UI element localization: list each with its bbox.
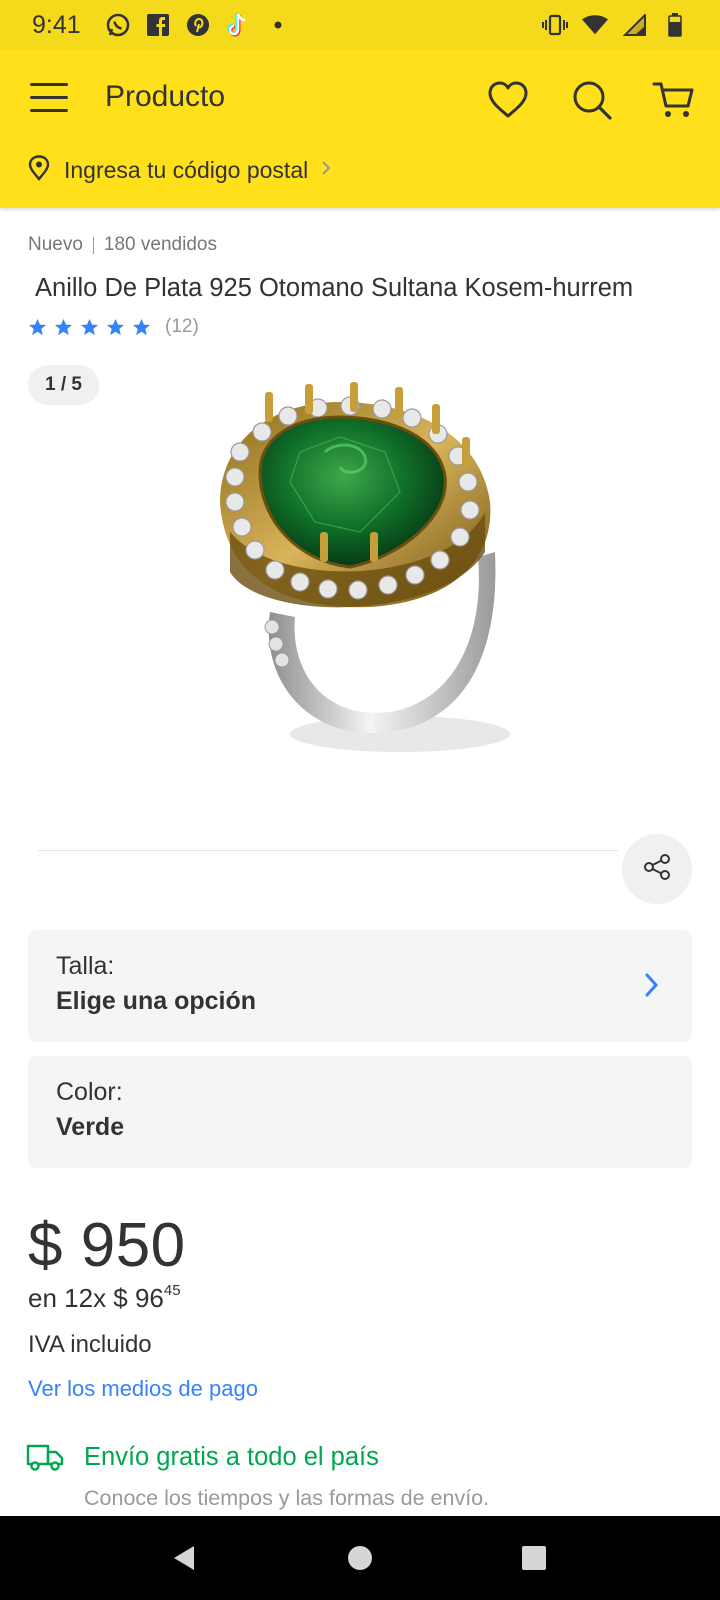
product-image[interactable] [200,382,520,792]
search-icon[interactable] [570,78,614,122]
page-title: Producto [105,80,226,113]
pinterest-icon [185,12,211,38]
app-header: Producto Ingresa tu código postal [0,50,720,208]
size-label: Talla: [56,952,115,980]
menu-button[interactable] [30,83,70,113]
condition-label: Nuevo [28,234,83,255]
chevron-right-icon [642,970,662,1000]
vibrate-icon [542,12,568,38]
notification-dot-icon [265,12,291,38]
home-icon[interactable] [340,1538,380,1578]
installments: en 12x $ 9645 [28,1282,181,1314]
image-counter: 1 / 5 [28,365,99,405]
size-value: Elige una opción [56,987,257,1015]
star-icon [28,318,47,335]
share-icon [643,853,671,886]
recents-icon[interactable] [514,1538,554,1578]
installments-amount: en 12x $ 96 [28,1283,164,1313]
battery-icon [662,12,688,38]
favorite-heart-icon[interactable] [486,78,530,122]
color-label: Color: [56,1078,123,1106]
free-shipping-title: Envío gratis a todo el país [84,1443,379,1471]
share-button[interactable] [622,834,692,904]
size-selector[interactable]: Talla: Elige una opción [28,930,692,1042]
tax-note: IVA incluido [28,1331,152,1358]
review-count: (12) [165,316,199,337]
status-system-icons [542,12,688,38]
cart-icon[interactable] [652,78,696,122]
menu-icon-bar [30,109,68,112]
product-meta: Nuevo 180 vendidos [28,234,217,256]
gallery-divider [38,850,618,851]
postal-code-button[interactable]: Ingresa tu código postal [28,150,332,190]
star-icon [54,318,73,335]
payment-methods-link[interactable]: Ver los medios de pago [28,1376,258,1402]
installments-cents: 45 [163,1282,181,1300]
tiktok-icon [225,12,251,38]
star-icon [80,318,99,335]
sold-count: 180 vendidos [103,234,217,255]
star-icon [106,318,125,335]
whatsapp-icon [105,12,131,38]
header-toolbar: Producto [0,50,720,146]
product-title: Anillo De Plata 925 Otomano Sultana Kose… [35,274,634,302]
menu-icon-bar [30,83,68,86]
status-time: 9:41 [32,10,81,39]
status-notification-icons [105,12,291,38]
truck-icon [26,1442,64,1472]
signal-icon [622,12,648,38]
rating-row[interactable]: (12) [28,316,199,338]
shipping-info-link[interactable]: Conoce los tiempos y las formas de envío… [84,1486,489,1511]
menu-icon-bar [30,96,68,99]
chevron-right-icon [320,157,332,183]
back-icon[interactable] [164,1538,204,1578]
meta-separator [92,236,94,254]
color-selector: Color: Verde [28,1056,692,1168]
location-pin-icon [28,154,50,186]
status-bar: 9:41 [0,0,720,50]
postal-code-prompt: Ingresa tu código postal [64,156,309,183]
system-nav-bar [0,1516,720,1600]
facebook-icon [145,12,171,38]
star-icon [132,318,151,335]
color-value: Verde [56,1113,125,1141]
price: $ 950 [28,1211,186,1280]
rating-stars [28,318,151,337]
wifi-icon [582,12,608,38]
